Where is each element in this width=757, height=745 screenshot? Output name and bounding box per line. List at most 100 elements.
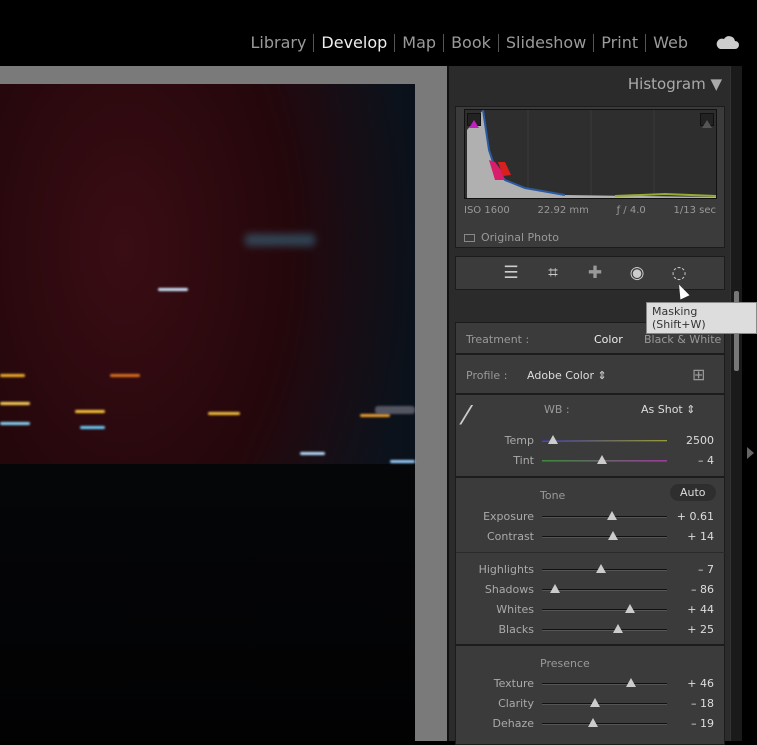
slider-track[interactable] [542, 455, 667, 464]
module-library[interactable]: Library [243, 34, 313, 52]
slider-value[interactable]: – 7 [698, 563, 714, 576]
slider-value[interactable]: – 18 [691, 697, 714, 710]
histogram: ISO 1600 22.92 mm ƒ / 4.0 1/13 sec Origi… [455, 106, 725, 248]
slider-label: Dehaze [492, 717, 535, 730]
panel-scrollbar[interactable] [730, 66, 742, 741]
wb-section: ⁄ WB : As Shot ⇕ Temp 2500 Tint – 4 [455, 394, 725, 477]
auto-button[interactable]: Auto [670, 484, 716, 501]
slider-label: Exposure [483, 510, 534, 523]
red-eye-icon[interactable]: ◉ [627, 263, 647, 283]
profile-browser-icon[interactable]: ⊞ [692, 365, 705, 384]
slider-thumb[interactable] [595, 564, 606, 573]
module-picker: Library Develop Map Book Slideshow Print Web [243, 34, 695, 52]
photo-canvas[interactable] [0, 66, 447, 741]
slider-label: Temp [504, 434, 534, 447]
slider-texture[interactable]: Texture + 46 [456, 674, 726, 694]
slider-value[interactable]: – 19 [691, 717, 714, 730]
module-develop[interactable]: Develop [313, 34, 394, 52]
develop-panel: Histogram ▼ ISO 1600 22.92 mm ƒ / 4.0 1/… [447, 66, 730, 745]
module-web[interactable]: Web [645, 34, 695, 52]
slider-track[interactable] [542, 698, 667, 707]
slider-thumb[interactable] [607, 511, 617, 520]
slider-track[interactable] [542, 678, 667, 687]
module-slideshow[interactable]: Slideshow [497, 34, 593, 52]
slider-label: Shadows [484, 583, 534, 596]
cloud-icon[interactable] [715, 35, 739, 49]
slider-value[interactable]: – 4 [698, 454, 714, 467]
slider-label: Clarity [498, 697, 534, 710]
slider-label: Contrast [486, 530, 534, 543]
slider-thumb[interactable] [589, 698, 600, 707]
slider-thumb[interactable] [624, 604, 635, 613]
slider-thumb[interactable] [625, 678, 636, 687]
treatment-color[interactable]: Color [594, 333, 623, 346]
slider-label: Whites [496, 603, 534, 616]
slider-whites[interactable]: Whites + 44 [456, 600, 726, 620]
treatment-label: Treatment : [466, 333, 530, 346]
slider-highlights[interactable]: Highlights – 7 [456, 560, 726, 580]
masking-tooltip: Masking (Shift+W) [646, 302, 757, 334]
slider-value[interactable]: + 44 [687, 603, 714, 616]
expand-right-panel-icon[interactable] [747, 447, 754, 459]
top-bar: Library Develop Map Book Slideshow Print Web [0, 0, 757, 66]
exif-info: ISO 1600 22.92 mm ƒ / 4.0 1/13 sec [464, 205, 716, 216]
slider-track[interactable] [542, 604, 667, 613]
slider-blacks[interactable]: Blacks + 25 [456, 620, 726, 640]
slider-value[interactable]: + 25 [687, 623, 714, 636]
treatment-bw[interactable]: Black & White [644, 333, 721, 346]
profile-label: Profile : [466, 369, 508, 382]
presence-label: Presence [540, 657, 590, 670]
slider-value[interactable]: + 14 [687, 530, 714, 543]
slider-track[interactable] [542, 564, 667, 573]
profile-dropdown[interactable]: Adobe Color ⇕ [527, 369, 607, 382]
iso: ISO 1600 [464, 205, 510, 216]
slider-contrast[interactable]: Contrast + 14 [456, 527, 726, 547]
module-book[interactable]: Book [443, 34, 498, 52]
eyedropper-icon[interactable]: ⁄ [464, 401, 468, 431]
histogram-graph [464, 109, 717, 199]
slider-shadows[interactable]: Shadows – 86 [456, 580, 726, 600]
slider-exposure[interactable]: Exposure + 0.61 [456, 507, 726, 527]
histogram-header[interactable]: Histogram ▼ [628, 75, 722, 93]
module-print[interactable]: Print [593, 34, 645, 52]
slider-label: Texture [493, 677, 534, 690]
slider-thumb[interactable] [588, 718, 599, 727]
slider-track[interactable] [542, 435, 667, 444]
module-map[interactable]: Map [394, 34, 443, 52]
slider-thumb[interactable] [597, 455, 607, 464]
slider-clarity[interactable]: Clarity – 18 [456, 694, 726, 714]
slider-value[interactable]: + 46 [687, 677, 714, 690]
slider-thumb[interactable] [608, 531, 619, 540]
slider-value[interactable]: + 0.61 [677, 510, 714, 523]
highlight-clipping-toggle[interactable] [700, 113, 714, 128]
slider-value[interactable]: 2500 [686, 434, 714, 447]
healing-icon[interactable]: ✚ [585, 263, 605, 283]
original-photo-checkbox[interactable]: Original Photo [464, 231, 559, 244]
slider-label: Tint [513, 454, 534, 467]
presence-section: Presence Texture + 46 Clarity – 18 Dehaze – 1… [455, 645, 725, 745]
slider-temp[interactable]: Temp 2500 [456, 431, 726, 451]
slider-track[interactable] [542, 531, 667, 540]
slider-track[interactable] [542, 511, 667, 520]
slider-track[interactable] [542, 584, 667, 593]
slider-thumb[interactable] [613, 624, 624, 633]
aperture: ƒ / 4.0 [616, 205, 646, 216]
wb-dropdown[interactable]: As Shot ⇕ [641, 403, 695, 416]
slider-thumb[interactable] [549, 584, 560, 593]
crop-icon[interactable]: ⌗ [543, 263, 563, 283]
slider-track[interactable] [542, 718, 667, 727]
slider-value[interactable]: – 86 [691, 583, 714, 596]
slider-thumb[interactable] [548, 435, 559, 444]
slider-label: Blacks [498, 623, 535, 636]
photo [0, 84, 415, 741]
shutter-speed: 1/13 sec [673, 205, 717, 216]
edit-sliders-icon[interactable]: ☰ [501, 263, 521, 283]
slider-track[interactable] [542, 624, 667, 633]
shadow-clipping-toggle[interactable] [467, 113, 481, 128]
slider-label: Highlights [478, 563, 534, 576]
wb-label: WB : [544, 403, 570, 416]
slider-tint[interactable]: Tint – 4 [456, 451, 726, 471]
slider-dehaze[interactable]: Dehaze – 19 [456, 714, 726, 734]
tone-section: Tone Auto Exposure + 0.61 Contrast + 14 Hig… [455, 477, 726, 645]
masking-icon[interactable]: ◌ [669, 263, 689, 283]
